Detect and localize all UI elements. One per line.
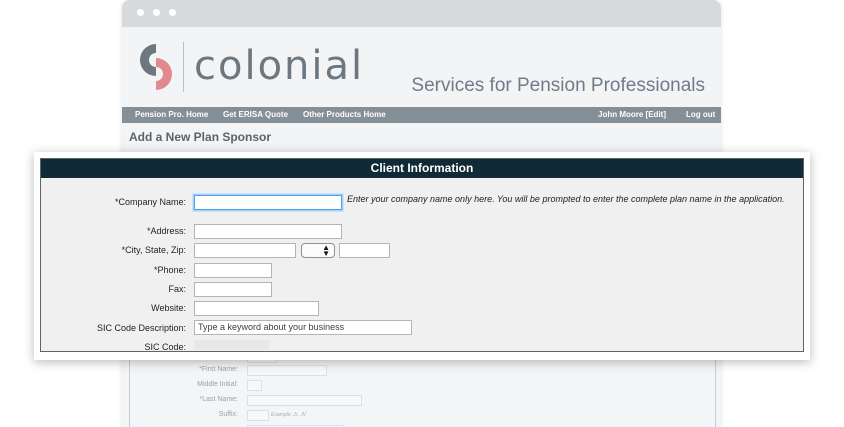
phone-input[interactable]	[194, 263, 272, 278]
bg-suffix-hint: Example: Jr., IV	[271, 412, 307, 418]
bg-middle-initial-label: Middle Initial:	[197, 381, 238, 388]
fax-label: Fax:	[168, 284, 186, 294]
nav-get-erisa-quote[interactable]: Get ERISA Quote	[223, 109, 288, 121]
window-dot-icon[interactable]	[169, 9, 176, 16]
sic-code-label: SIC Code:	[144, 342, 186, 352]
phone-label: *Phone:	[153, 265, 186, 275]
state-select[interactable]: ▲ ▼	[301, 243, 335, 258]
brand-tagline: Services for Pension Professionals	[411, 75, 705, 96]
bg-middle-initial-input[interactable]	[247, 380, 262, 391]
dialog-title: Client Information	[41, 159, 803, 178]
company-name-input[interactable]	[194, 195, 342, 210]
sic-description-label: SIC Code Description:	[96, 323, 186, 333]
bg-first-name-input[interactable]	[247, 365, 327, 376]
nav-other-products-home[interactable]: Other Products Home	[303, 109, 386, 121]
page-title: Add a New Plan Sponsor	[129, 130, 272, 144]
select-arrows-icon: ▲ ▼	[322, 243, 330, 258]
window-dot-icon[interactable]	[153, 9, 160, 16]
background-contact-form: *First Name: Middle Initial: *Last Name:…	[129, 353, 716, 427]
sic-description-input[interactable]: Type a keyword about your business	[194, 320, 412, 335]
website-input[interactable]	[194, 301, 319, 316]
bg-suffix-input[interactable]	[247, 410, 269, 421]
address-label: *Address:	[146, 226, 186, 236]
bg-last-name-label: *Last Name:	[199, 396, 238, 403]
sic-code-value	[194, 340, 269, 350]
nav-user-edit[interactable]: John Moore [Edit]	[598, 109, 666, 121]
colonial-logo-icon	[140, 44, 172, 90]
company-name-label: *Company Name:	[114, 197, 186, 207]
logo-divider	[183, 42, 184, 92]
brand-name: colonial	[194, 43, 365, 89]
nav-pension-pro-home[interactable]: Pension Pro. Home	[135, 109, 208, 121]
window-titlebar	[122, 0, 721, 27]
website-label: Website:	[151, 303, 186, 313]
bg-suffix-label: Suffix:	[218, 411, 238, 418]
top-navbar: Pension Pro. Home Get ERISA Quote Other …	[122, 107, 721, 123]
client-information-panel: Client Information *Company Name: Enter …	[40, 158, 804, 352]
client-information-dialog: Client Information *Company Name: Enter …	[34, 152, 810, 360]
address-input[interactable]	[194, 224, 342, 239]
nav-logout[interactable]: Log out	[686, 109, 715, 121]
site-header: colonial Services for Pension Profession…	[122, 27, 721, 107]
zip-input[interactable]	[339, 243, 390, 258]
bg-last-name-input[interactable]	[247, 395, 362, 406]
window-dot-icon[interactable]	[137, 9, 144, 16]
city-input[interactable]	[194, 243, 296, 258]
company-name-hint: Enter your company name only here. You w…	[347, 194, 785, 204]
city-state-zip-label: *City, State, Zip:	[121, 245, 186, 255]
bg-first-name-label: *First Name:	[199, 366, 238, 373]
fax-input[interactable]	[194, 282, 272, 297]
